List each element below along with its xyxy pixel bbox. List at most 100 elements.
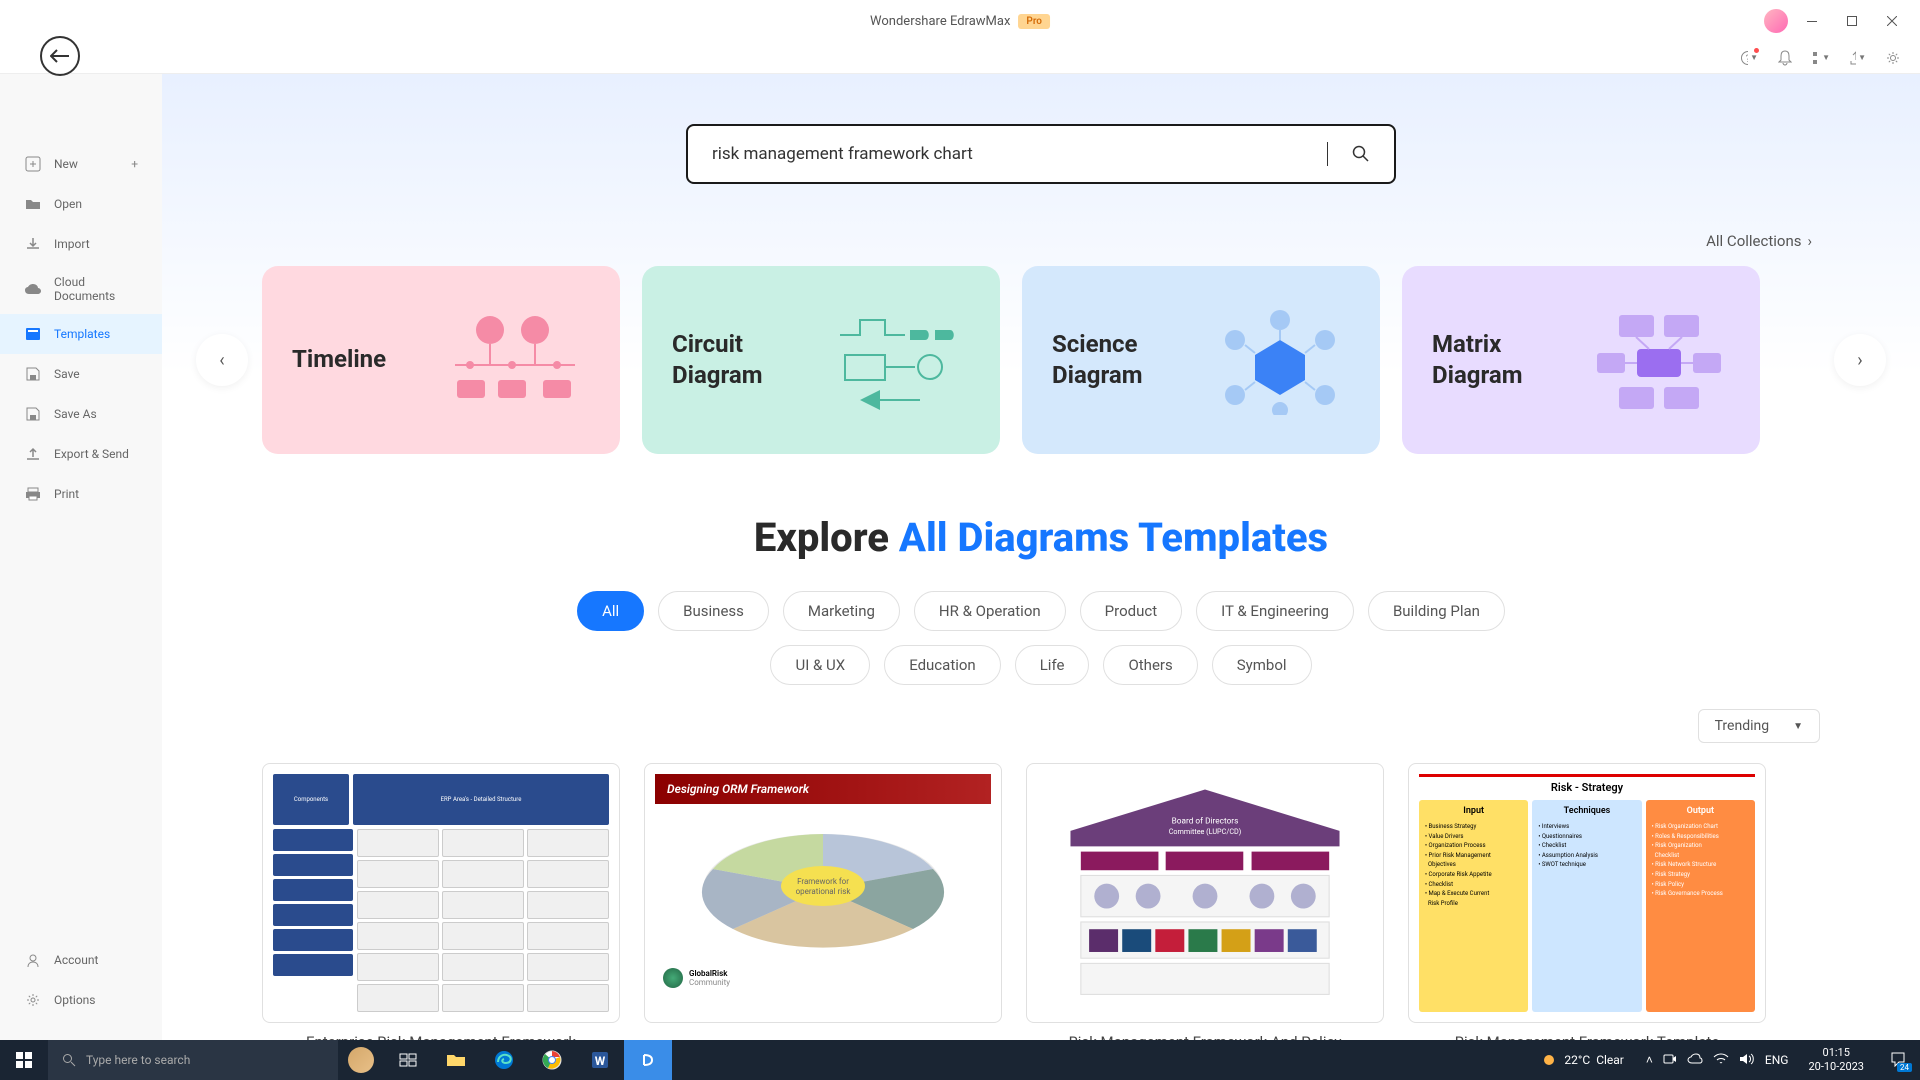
bell-icon	[1778, 50, 1792, 66]
tray-wifi-icon[interactable]	[1713, 1053, 1729, 1068]
search-input[interactable]	[712, 144, 1327, 164]
taskbar-word[interactable]: W	[576, 1040, 624, 1080]
search-icon	[62, 1053, 76, 1067]
sidebar-item-import[interactable]: Import	[0, 224, 162, 264]
clock-date: 20-10-2023	[1808, 1060, 1864, 1074]
maximize-button[interactable]	[1836, 7, 1868, 35]
tray-volume-icon[interactable]	[1739, 1052, 1755, 1069]
sidebar-item-account[interactable]: Account	[0, 940, 162, 980]
sidebar-print-label: Print	[54, 487, 79, 501]
template-card[interactable]: Risk - Strategy Input • Business Strateg…	[1408, 763, 1766, 1040]
share-button[interactable]: ▼	[1848, 49, 1866, 67]
sidebar-item-options[interactable]: Options	[0, 980, 162, 1020]
search-icon[interactable]	[1352, 145, 1370, 163]
print-icon	[24, 485, 42, 503]
thumb-strategy-title: Risk - Strategy	[1419, 774, 1755, 794]
filter-chip-symbol[interactable]: Symbol	[1212, 645, 1312, 685]
notifications-button[interactable]	[1776, 49, 1794, 67]
save-as-icon	[24, 405, 42, 423]
category-card-circuit[interactable]: Circuit Diagram	[642, 266, 1000, 454]
plus-icon[interactable]: +	[131, 157, 138, 171]
taskbar-search[interactable]: Type here to search	[48, 1040, 338, 1080]
category-card-science[interactable]: Science Diagram	[1022, 266, 1380, 454]
circuit-illustration	[829, 295, 970, 425]
sort-select[interactable]: Trending ▼	[1698, 709, 1820, 743]
tray-notifications[interactable]: 24	[1884, 1051, 1912, 1070]
filter-chip-others[interactable]: Others	[1103, 645, 1197, 685]
filter-chip-all[interactable]: All	[577, 591, 644, 631]
sidebar-item-saveas[interactable]: Save As	[0, 394, 162, 434]
sidebar-open-label: Open	[54, 197, 82, 211]
matrix-illustration	[1588, 295, 1730, 425]
close-button[interactable]	[1876, 7, 1908, 35]
category-title: Matrix Diagram	[1432, 329, 1588, 391]
help-notif-dot	[1754, 48, 1759, 53]
plus-square-icon	[24, 155, 42, 173]
system-tray: ˄ ENG	[1646, 1052, 1789, 1069]
filter-chip-product[interactable]: Product	[1080, 591, 1182, 631]
tray-lang[interactable]: ENG	[1765, 1053, 1789, 1067]
tray-meet-icon[interactable]	[1663, 1052, 1677, 1069]
gear-icon	[24, 991, 42, 1009]
taskbar-taskview[interactable]	[384, 1040, 432, 1080]
svg-text:Board of Directors: Board of Directors	[1172, 817, 1239, 827]
taskbar-chrome[interactable]	[528, 1040, 576, 1080]
avatar[interactable]	[1764, 9, 1788, 33]
all-collections-link[interactable]: All Collections ›	[262, 232, 1812, 250]
all-collections-label: All Collections	[1706, 232, 1801, 250]
sidebar-item-templates[interactable]: Templates	[0, 314, 162, 354]
sidebar-item-new[interactable]: New +	[0, 144, 162, 184]
template-card[interactable]: ComponentsERP Area's - Detailed Structur…	[262, 763, 620, 1040]
filter-chip-it[interactable]: IT & Engineering	[1196, 591, 1354, 631]
carousel-prev-button[interactable]: ‹	[196, 334, 248, 386]
minimize-button[interactable]	[1796, 7, 1828, 35]
filter-chip-education[interactable]: Education	[884, 645, 1001, 685]
folder-icon	[446, 1052, 466, 1068]
template-card[interactable]: Board of Directors Committee (LUPC/CD) R…	[1026, 763, 1384, 1040]
taskbar-clock[interactable]: 01:15 20-10-2023	[1800, 1046, 1872, 1075]
category-card-matrix[interactable]: Matrix Diagram	[1402, 266, 1760, 454]
search-box[interactable]	[686, 124, 1396, 184]
category-title: Circuit Diagram	[672, 329, 829, 391]
sidebar-item-print[interactable]: Print	[0, 474, 162, 514]
sidebar-new-label: New	[54, 157, 78, 171]
start-button[interactable]	[0, 1040, 48, 1080]
filter-chip-hr[interactable]: HR & Operation	[914, 591, 1066, 631]
filter-chip-business[interactable]: Business	[658, 591, 769, 631]
taskbar-edge[interactable]	[480, 1040, 528, 1080]
sort-row: Trending ▼	[262, 709, 1820, 743]
tray-chevron-up-icon[interactable]: ˄	[1646, 1053, 1653, 1067]
chrome-icon	[542, 1050, 562, 1070]
filter-chip-marketing[interactable]: Marketing	[783, 591, 900, 631]
filter-chip-building[interactable]: Building Plan	[1368, 591, 1505, 631]
filter-chip-life[interactable]: Life	[1015, 645, 1090, 685]
import-icon	[24, 235, 42, 253]
apps-button[interactable]: ▼	[1812, 49, 1830, 67]
template-card[interactable]: Designing ORM Framework Framework for op…	[644, 763, 1002, 1040]
tray-onedrive-icon[interactable]	[1687, 1053, 1703, 1068]
svg-text:?: ?	[1746, 54, 1748, 65]
taskbar-right: 22°C Clear ˄ ENG 01:15 20-10-2023 24	[1530, 1040, 1920, 1080]
taskbar-edrawmax[interactable]	[624, 1040, 672, 1080]
settings-button[interactable]	[1884, 49, 1902, 67]
carousel-next-button[interactable]: ›	[1834, 334, 1886, 386]
titlebar-center: Wondershare EdrawMax Pro	[870, 14, 1050, 29]
taskbar-explorer[interactable]	[432, 1040, 480, 1080]
taskbar-weather[interactable]: 22°C Clear	[1530, 1051, 1633, 1069]
sidebar-saveas-label: Save As	[54, 407, 97, 421]
svg-text:Framework for: Framework for	[797, 877, 849, 886]
filter-chip-uiux[interactable]: UI & UX	[770, 645, 870, 685]
sidebar-item-save[interactable]: Save	[0, 354, 162, 394]
filter-chips-row1: All Business Marketing HR & Operation Pr…	[262, 591, 1820, 631]
sidebar-item-open[interactable]: Open	[0, 184, 162, 224]
taskview-icon	[399, 1053, 417, 1067]
taskbar-cortana[interactable]	[348, 1047, 374, 1073]
content-area: All Collections › ‹ Timeline Circuit Dia…	[162, 74, 1920, 1040]
help-button[interactable]: ? ▼	[1740, 49, 1758, 67]
category-card-timeline[interactable]: Timeline	[262, 266, 620, 454]
sidebar-export-label: Export & Send	[54, 447, 129, 461]
text-cursor	[1327, 142, 1328, 166]
clock-time: 01:15	[1808, 1046, 1864, 1060]
sidebar-item-cloud[interactable]: Cloud Documents	[0, 264, 162, 314]
sidebar-item-export[interactable]: Export & Send	[0, 434, 162, 474]
